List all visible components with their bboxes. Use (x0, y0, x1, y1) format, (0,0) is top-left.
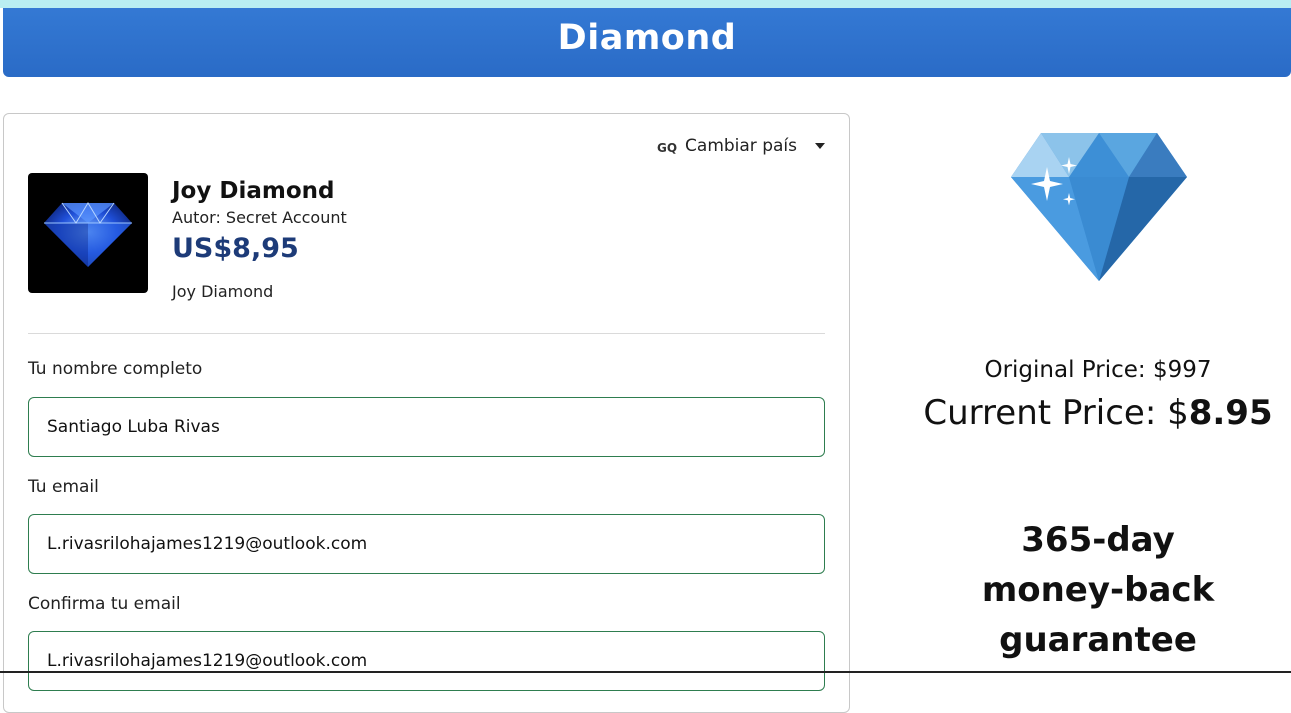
product-author: Autor: Secret Account (172, 208, 347, 227)
price-panel: Original Price: $997 Current Price: $8.9… (905, 113, 1291, 673)
email-input[interactable] (28, 514, 825, 574)
confirm-email-input[interactable] (28, 631, 825, 691)
current-price-value: 8.95 (1188, 393, 1273, 433)
diamond-icon (1011, 133, 1187, 281)
product-thumbnail (28, 173, 148, 293)
header-bar: Diamond (3, 8, 1291, 77)
checkout-card: GQ Cambiar país Joy Diamond Autor: Secre… (3, 113, 850, 713)
fullname-label: Tu nombre completo (28, 359, 203, 379)
divider (28, 333, 825, 334)
original-price: Original Price: $997 (984, 357, 1212, 383)
product-price: US$8,95 (172, 233, 299, 264)
country-selector[interactable]: GQ Cambiar país (657, 136, 825, 156)
current-price-label: Current Price: $ (923, 393, 1189, 433)
country-selector-label: Cambiar país (685, 136, 797, 156)
blue-diamond-image (44, 202, 132, 267)
product-info: Joy Diamond Autor: Secret Account US$8,9… (172, 178, 347, 301)
current-price: Current Price: $8.95 (905, 393, 1291, 433)
guarantee-text: 365-day money-back guarantee (981, 520, 1215, 660)
country-code: GQ (656, 140, 678, 155)
page-title: Diamond (557, 17, 737, 58)
top-strip (0, 0, 1291, 8)
product-description: Joy Diamond (172, 282, 274, 301)
confirm-email-label: Confirma tu email (28, 594, 181, 614)
product-name: Joy Diamond (172, 178, 335, 204)
email-label: Tu email (28, 477, 99, 497)
caret-down-icon (815, 143, 825, 149)
fullname-input[interactable] (28, 397, 825, 457)
